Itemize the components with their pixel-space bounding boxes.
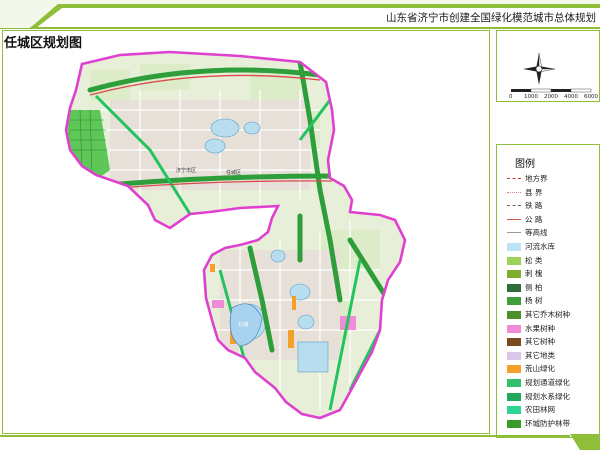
legend-item: 杨 树 [497, 295, 599, 307]
scale-tick: 2000 [544, 94, 558, 100]
legend-item: 刺 槐 [497, 268, 599, 280]
legend-title: 图例 [515, 159, 535, 170]
legend-item: 农田林网 [497, 404, 599, 416]
scale-tick: 6000 [584, 94, 598, 100]
legend-label: 农田林网 [525, 405, 555, 415]
legend-label: 杨 树 [525, 296, 543, 306]
legend-label: 规划水系绿化 [525, 391, 570, 401]
legend-item: 其它乔木树种 [497, 309, 599, 321]
legend-label: 河流水库 [525, 242, 555, 251]
legend-item: 环城防护林带 [497, 418, 599, 430]
legend-item: 其它树种 [497, 336, 599, 348]
footer-bar [0, 434, 600, 450]
legend-label: 其它树种 [525, 337, 555, 347]
legend-item: 松 类 [497, 255, 599, 267]
legend-item: 荒山绿化 [497, 363, 599, 375]
legend-label: 松 类 [525, 255, 543, 265]
legend-item: 水果树种 [497, 323, 599, 335]
legend-swatch [507, 338, 521, 347]
legend-item: 等高线 [497, 227, 599, 239]
legend-swatch [507, 419, 521, 428]
legend-swatch [507, 324, 521, 333]
legend-swatch [507, 191, 521, 193]
legend-item: 侧 柏 [497, 282, 599, 294]
legend-label: 公 路 [525, 214, 543, 224]
legend-item: 公 路 [497, 214, 599, 226]
legend-swatch [507, 283, 521, 292]
map-lake-label: 北湖 [238, 321, 248, 328]
legend-item: 铁 路 [497, 200, 599, 212]
legend-swatch [507, 270, 521, 279]
legend-swatch [507, 311, 521, 319]
legend: 图例 地方界县 界铁 路公 路等高线河流水库松 类刺 槐侧 柏杨 树其它乔木树种… [496, 144, 600, 438]
legend-label: 刺 槐 [525, 269, 543, 279]
legend-label: 水果树种 [525, 323, 555, 333]
legend-label: 其它乔木树种 [525, 310, 570, 319]
legend-swatch [507, 351, 521, 360]
legend-label: 等高线 [525, 228, 548, 238]
legend-item: 其它地类 [497, 350, 599, 362]
compass-panel: 0 1000 2000 4000 6000 [496, 30, 600, 102]
legend-label: 其它地类 [525, 350, 555, 360]
side-panel: 0 1000 2000 4000 6000 图例 地方界县 界铁 路公 路等高线… [496, 30, 600, 438]
legend-swatch [507, 232, 521, 234]
district-map: 济宁市区 任城区 北湖 [64, 50, 407, 420]
legend-swatch [507, 243, 521, 251]
legend-label: 荒山绿化 [525, 364, 555, 374]
legend-label: 铁 路 [525, 201, 543, 211]
legend-swatch [507, 365, 521, 374]
legend-item: 县 界 [497, 187, 599, 199]
legend-label: 规划通道绿化 [525, 378, 570, 387]
legend-label: 地方界 [525, 174, 548, 183]
legend-item: 规划通道绿化 [497, 377, 599, 389]
legend-swatch [507, 205, 521, 207]
scale-tick: 4000 [564, 94, 578, 100]
north-arrow-icon [511, 52, 592, 93]
legend-item: 地方界 [497, 173, 599, 185]
legend-item: 河流水库 [497, 241, 599, 253]
legend-label: 环城防护林带 [525, 418, 570, 428]
legend-swatch [507, 256, 521, 265]
legend-swatch [507, 379, 521, 387]
scale-tick: 0 [509, 94, 513, 100]
scale-bar [511, 88, 592, 93]
scale-tick: 1000 [524, 94, 538, 100]
legend-swatch [507, 218, 521, 220]
legend-label: 侧 柏 [525, 282, 543, 292]
legend-swatch [507, 406, 521, 415]
legend-label: 县 界 [525, 187, 543, 197]
legend-swatch [507, 297, 521, 306]
map-place-label: 任城区 [226, 169, 241, 176]
legend-swatch [507, 178, 521, 179]
legend-swatch [507, 392, 521, 401]
map-place-label: 济宁市区 [176, 167, 196, 174]
legend-item: 规划水系绿化 [497, 391, 599, 403]
